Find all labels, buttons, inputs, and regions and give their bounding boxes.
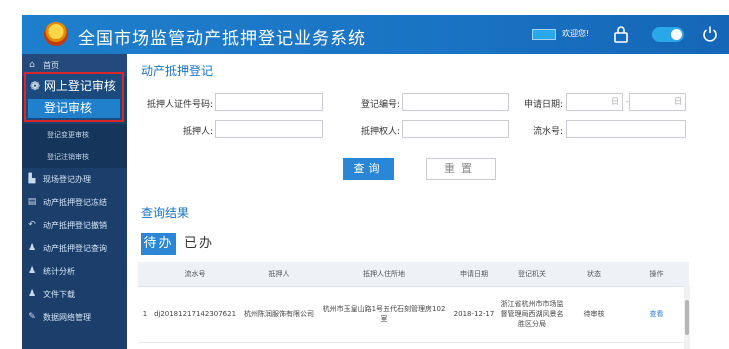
sidebar-group-title: ❁ 网上登记审核 (30, 79, 116, 93)
table-header-row: 流水号 抵押人 抵押人住所地 申请日期 登记机关 状态 操作 (138, 262, 689, 287)
column-header: 操作 (624, 262, 689, 287)
reset-button[interactable]: 重置 (426, 158, 496, 180)
form-title: 动产抵押登记 (141, 64, 214, 78)
lock-icon[interactable] (614, 25, 628, 43)
mortgagee-input[interactable] (402, 120, 509, 138)
user-icon: ♟ (27, 266, 37, 276)
cell-serial: dj20181217142307621 (152, 286, 238, 343)
user-icon: ♟ (27, 243, 37, 253)
serial-label: 流水号: (532, 127, 563, 137)
sidebar-item-download[interactable]: ♟ 文件下载 (22, 283, 127, 305)
power-icon[interactable] (702, 25, 718, 43)
wrench-icon: ✎ (28, 312, 36, 322)
results-title: 查询结果 (141, 206, 190, 220)
sidebar-item-query[interactable]: ♟ 动产抵押登记查询 (22, 237, 127, 259)
app-title: 全国市场监管动产抵押登记业务系统 (78, 29, 366, 49)
user-avatar-chip[interactable] (532, 29, 556, 40)
cert-number-input[interactable] (215, 93, 323, 111)
top-bar: 全国市场监管动产抵押登记业务系统 欢迎您! (22, 15, 729, 54)
regno-input[interactable] (402, 93, 509, 111)
column-header: 抵押人 (238, 262, 320, 287)
date-from-input[interactable]: 日 (566, 93, 623, 111)
sidebar-group-online-review[interactable]: ❁ 网上登记审核 登记审核 (24, 72, 124, 122)
toggle-knob (671, 29, 682, 40)
user-icon: ♟ (27, 289, 37, 299)
sidebar-item-registration-review[interactable]: 登记审核 (28, 99, 120, 118)
sidebar-item-cancel-review[interactable]: 登记注销审核 (22, 146, 127, 168)
mortgagor-label: 抵押人: (182, 127, 213, 137)
sidebar-item-statistics[interactable]: ♟ 统计分析 (22, 260, 127, 282)
query-button[interactable]: 查询 (343, 158, 394, 180)
view-link[interactable]: 查看 (624, 286, 689, 343)
column-header: 登记机关 (500, 262, 564, 287)
cell-authority: 浙江省杭州市市场监督管理局西湖风景名胜区分局 (500, 286, 564, 343)
mortgagor-input[interactable] (215, 120, 323, 138)
user-greeting[interactable]: 欢迎您! (562, 28, 589, 39)
sidebar-item-freeze[interactable]: ▤ 动产抵押登记冻结 (22, 191, 127, 213)
building-icon: ▙ (28, 174, 36, 184)
emblem-logo (44, 22, 68, 46)
column-header: 流水号 (152, 262, 238, 287)
serial-input[interactable] (566, 120, 686, 138)
column-header: 抵押人住所地 (320, 262, 448, 287)
home-icon: ⌂ (29, 60, 35, 70)
sidebar-item-network[interactable]: ✎ 数据网络管理 (22, 306, 127, 328)
column-header (138, 262, 152, 287)
mortgagee-label: 抵押权人: (360, 127, 400, 137)
cell-date: 2018-12-17 (448, 286, 500, 343)
sidebar-item-revoke[interactable]: ↶ 动产抵押登记撤销 (22, 214, 127, 236)
apply-date-label: 申请日期: (523, 100, 563, 110)
document-icon: ▤ (27, 197, 37, 207)
column-header: 申请日期 (448, 262, 500, 287)
tab-done[interactable]: 已办 (184, 233, 214, 255)
table-scrollbar-thumb[interactable] (685, 300, 689, 335)
cell-address: 杭州市玉皇山路1号五代石刻管理房102室 (320, 286, 448, 343)
sidebar: ⌂ 首页 ❁ 网上登记审核 登记审核 登记变更审核 登记注销审核 ▙ 现场登记办… (22, 54, 127, 349)
sidebar-item-label: 首页 (43, 60, 59, 70)
sidebar-item-change-review[interactable]: 登记变更审核 (22, 124, 127, 146)
undo-icon: ↶ (28, 220, 36, 230)
table-row: 1 dj20181217142307621 杭州陈润服饰有限公司 杭州市玉皇山路… (138, 286, 689, 343)
tab-todo[interactable]: 待办 (141, 233, 176, 255)
theme-toggle[interactable] (652, 27, 684, 42)
sidebar-item-onsite[interactable]: ▙ 现场登记办理 (22, 168, 127, 190)
date-to-input[interactable]: 日 (629, 93, 686, 111)
column-header: 状态 (564, 262, 624, 287)
cert-label: 抵押人证件号码: (146, 100, 213, 110)
regno-label: 登记编号: (360, 100, 400, 110)
results-table: 流水号 抵押人 抵押人住所地 申请日期 登记机关 状态 操作 1 dj20181… (138, 262, 689, 343)
bullet-icon: ❁ (30, 79, 41, 93)
cell-mortgagor: 杭州陈润服饰有限公司 (238, 286, 320, 343)
cell-status: 待审核 (564, 286, 624, 343)
cell-index: 1 (138, 286, 152, 343)
